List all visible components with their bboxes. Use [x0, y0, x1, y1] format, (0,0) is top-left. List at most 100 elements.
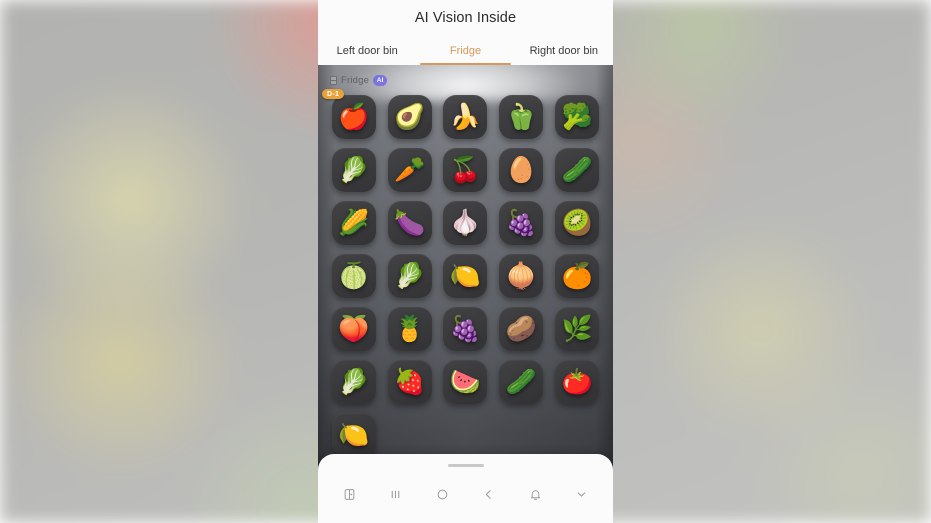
food-item-peach[interactable]: 🍑: [331, 307, 376, 351]
food-item-cabbage[interactable]: 🥬: [331, 148, 376, 192]
food-cell: 🥬: [382, 254, 438, 298]
food-cell: 🍎 D-1: [322, 89, 382, 139]
food-item-banana[interactable]: 🍌: [443, 95, 488, 139]
spinach-icon: 🥬: [338, 367, 370, 396]
fridge-shelf-icon: [330, 76, 337, 85]
food-item-lemon[interactable]: 🍋: [331, 413, 376, 457]
compartment-tabs: Left door bin Fridge Right door bin: [318, 36, 613, 65]
food-item-squash[interactable]: 🍋: [443, 254, 488, 298]
potato-icon: 🥔: [505, 314, 537, 343]
food-item-eggs[interactable]: 🥚: [499, 148, 544, 192]
eggs-icon: 🥚: [505, 155, 537, 184]
food-item-plum[interactable]: 🍇: [443, 307, 488, 351]
food-cell: 🍉: [438, 360, 494, 404]
lemon-icon: 🍋: [338, 420, 370, 449]
grapes-icon: 🍇: [505, 208, 537, 237]
food-cell: 🥬: [326, 148, 382, 192]
food-cell: 🍓: [382, 360, 438, 404]
back-icon[interactable]: [474, 479, 504, 509]
screenshot-capture-icon[interactable]: [334, 479, 364, 509]
garlic-icon: 🧄: [449, 208, 482, 237]
food-cell: 🍇: [493, 201, 549, 245]
food-cell: 🥦: [549, 95, 605, 139]
food-item-eggplant[interactable]: 🍆: [387, 201, 432, 245]
food-item-tomato[interactable]: 🍅: [555, 360, 600, 404]
food-item-garlic[interactable]: 🧄: [443, 201, 488, 245]
food-cell: 🍅: [549, 360, 605, 404]
sheet-drag-handle[interactable]: [447, 464, 484, 467]
food-cell: 🍋: [326, 413, 382, 457]
food-cell: 🍒: [438, 148, 494, 192]
home-icon[interactable]: [427, 479, 457, 509]
strawberry-icon: 🍓: [394, 367, 426, 396]
food-cell: 🥒: [493, 360, 549, 404]
food-item-cherries[interactable]: 🍒: [443, 148, 488, 192]
apple-icon: 🍎: [338, 102, 370, 131]
food-item-cucumber[interactable]: 🥒: [555, 148, 600, 192]
system-navigation-bar: [318, 473, 613, 515]
food-item-kiwi[interactable]: 🥝: [555, 201, 600, 245]
peach-icon: 🍑: [338, 314, 370, 343]
food-cell: 🥑: [382, 95, 438, 139]
food-cell: 🍇: [438, 307, 494, 351]
food-cell: 🍑: [326, 307, 382, 351]
compartment-label: Fridge AI: [330, 75, 388, 86]
food-item-avocado[interactable]: 🥑: [387, 95, 432, 139]
food-item-potato[interactable]: 🥔: [499, 307, 544, 351]
tab-right-door-bin[interactable]: Right door bin: [515, 36, 613, 65]
food-item-strawberry[interactable]: 🍓: [387, 360, 432, 404]
food-item-pineapple[interactable]: 🍍: [387, 307, 432, 351]
food-item-apple[interactable]: 🍎: [331, 95, 376, 139]
compartment-name: Fridge: [341, 75, 370, 86]
food-item-grapes[interactable]: 🍇: [499, 201, 544, 245]
kiwi-icon: 🥝: [561, 208, 593, 237]
food-item-melon[interactable]: 🍈: [331, 254, 376, 298]
food-cell: 🫑: [493, 95, 549, 139]
collapse-chevron-down-icon[interactable]: [567, 479, 597, 509]
food-item-zucchini[interactable]: 🥒: [499, 360, 544, 404]
food-item-corn[interactable]: 🌽: [331, 201, 376, 245]
eggplant-icon: 🍆: [394, 208, 426, 237]
app-bar: AI Vision Inside: [318, 0, 613, 36]
food-item-broccoli[interactable]: 🥦: [555, 95, 600, 139]
food-cell: 🍆: [382, 201, 438, 245]
food-item-watermelon[interactable]: 🍉: [443, 360, 488, 404]
tab-fridge[interactable]: Fridge: [416, 36, 514, 65]
persimmon-icon: 🍊: [561, 261, 593, 290]
recents-icon[interactable]: [381, 479, 411, 509]
food-item-persimmon[interactable]: 🍊: [555, 254, 600, 298]
food-item-grid: 🍎 D-1 🥑 🍌 🫑 🥦 🥬 🥕 🍒 🥚 🥒 🌽 🍆 🧄 🍇 🥝 🍈 🥬 🍋 🧅 🍊 🍑 🍍 🍇 🥔 🌿 🥬 🍓 🍉 🥒 🍅 🍋: [318, 89, 613, 457]
food-item-onion[interactable]: 🧅: [499, 254, 544, 298]
food-cell: 🥕: [382, 148, 438, 192]
food-cell: 🍈: [326, 254, 382, 298]
notifications-bell-icon[interactable]: [520, 479, 550, 509]
food-item-spinach[interactable]: 🥬: [331, 360, 376, 404]
cherries-icon: 🍒: [449, 155, 482, 184]
expiry-badge: D-1: [322, 89, 345, 99]
plum-icon: 🍇: [449, 314, 482, 343]
food-cell: 🌿: [549, 307, 605, 351]
corn-icon: 🌽: [338, 208, 370, 237]
food-item-carrot[interactable]: 🥕: [387, 148, 432, 192]
lettuce-icon: 🥬: [394, 261, 426, 290]
tomato-icon: 🍅: [561, 367, 593, 396]
food-cell: 🧅: [493, 254, 549, 298]
squash-icon: 🍋: [449, 261, 482, 290]
pineapple-icon: 🍍: [394, 314, 426, 343]
phone-screen: AI Vision Inside Left door bin Fridge Righ…: [318, 0, 613, 523]
food-cell: 🥔: [493, 307, 549, 351]
cabbage-icon: 🥬: [338, 155, 370, 184]
food-cell: 🍊: [549, 254, 605, 298]
tab-left-door-bin[interactable]: Left door bin: [318, 36, 416, 65]
banana-icon: 🍌: [449, 102, 482, 131]
food-item-green-onion[interactable]: 🌿: [555, 307, 600, 351]
food-cell: 🌽: [326, 201, 382, 245]
zucchini-icon: 🥒: [505, 367, 537, 396]
food-cell: 🥝: [549, 201, 605, 245]
broccoli-icon: 🥦: [561, 102, 593, 131]
avocado-icon: 🥑: [394, 102, 426, 131]
ai-badge: AI: [373, 75, 388, 86]
food-item-lettuce[interactable]: 🥬: [387, 254, 432, 298]
carrot-icon: 🥕: [394, 155, 426, 184]
food-item-bell-pepper[interactable]: 🫑: [499, 95, 544, 139]
